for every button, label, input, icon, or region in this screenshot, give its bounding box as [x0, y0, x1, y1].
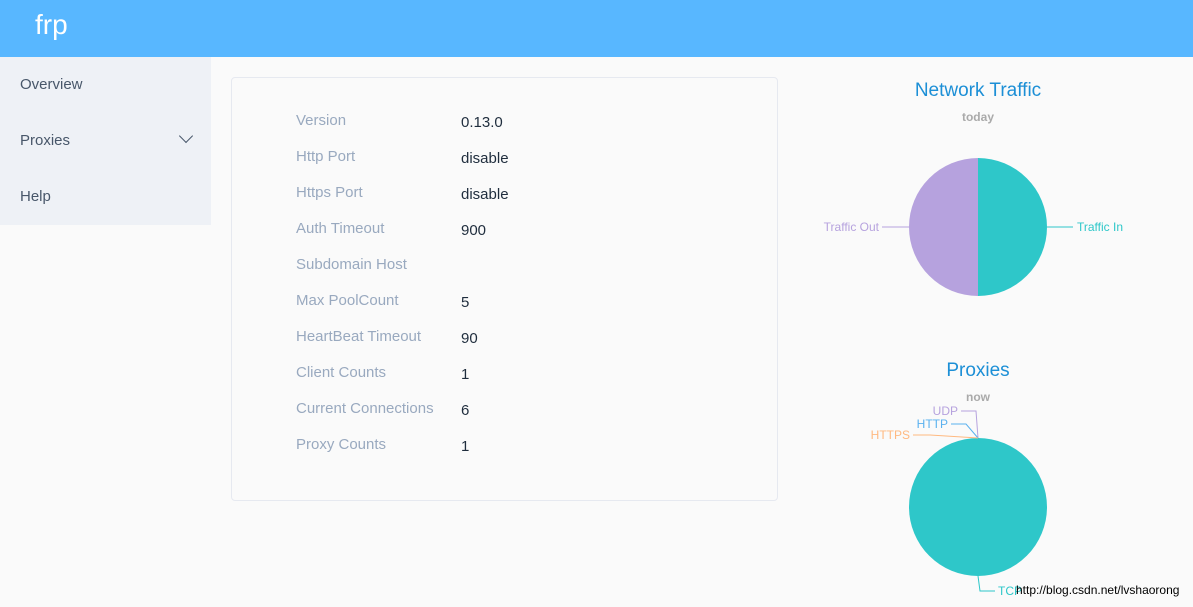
label-line: [913, 434, 979, 439]
slice-label: Traffic In: [1077, 220, 1123, 234]
slice-label: Traffic Out: [824, 220, 880, 234]
slice-label: HTTP: [917, 417, 948, 431]
pie-slice[interactable]: [909, 158, 978, 296]
slice-label: HTTPS: [871, 428, 910, 442]
watermark: http://blog.csdn.net/lvshaorong: [1016, 583, 1180, 597]
slice-label: UDP: [933, 404, 958, 418]
label-line: [951, 423, 979, 439]
pie-slice[interactable]: [909, 438, 1047, 576]
pie-charts: Traffic InTraffic OutTCPUDPHTTPHTTPS: [824, 158, 1123, 598]
label-line: [977, 575, 995, 592]
pie-slice[interactable]: [978, 158, 1047, 296]
